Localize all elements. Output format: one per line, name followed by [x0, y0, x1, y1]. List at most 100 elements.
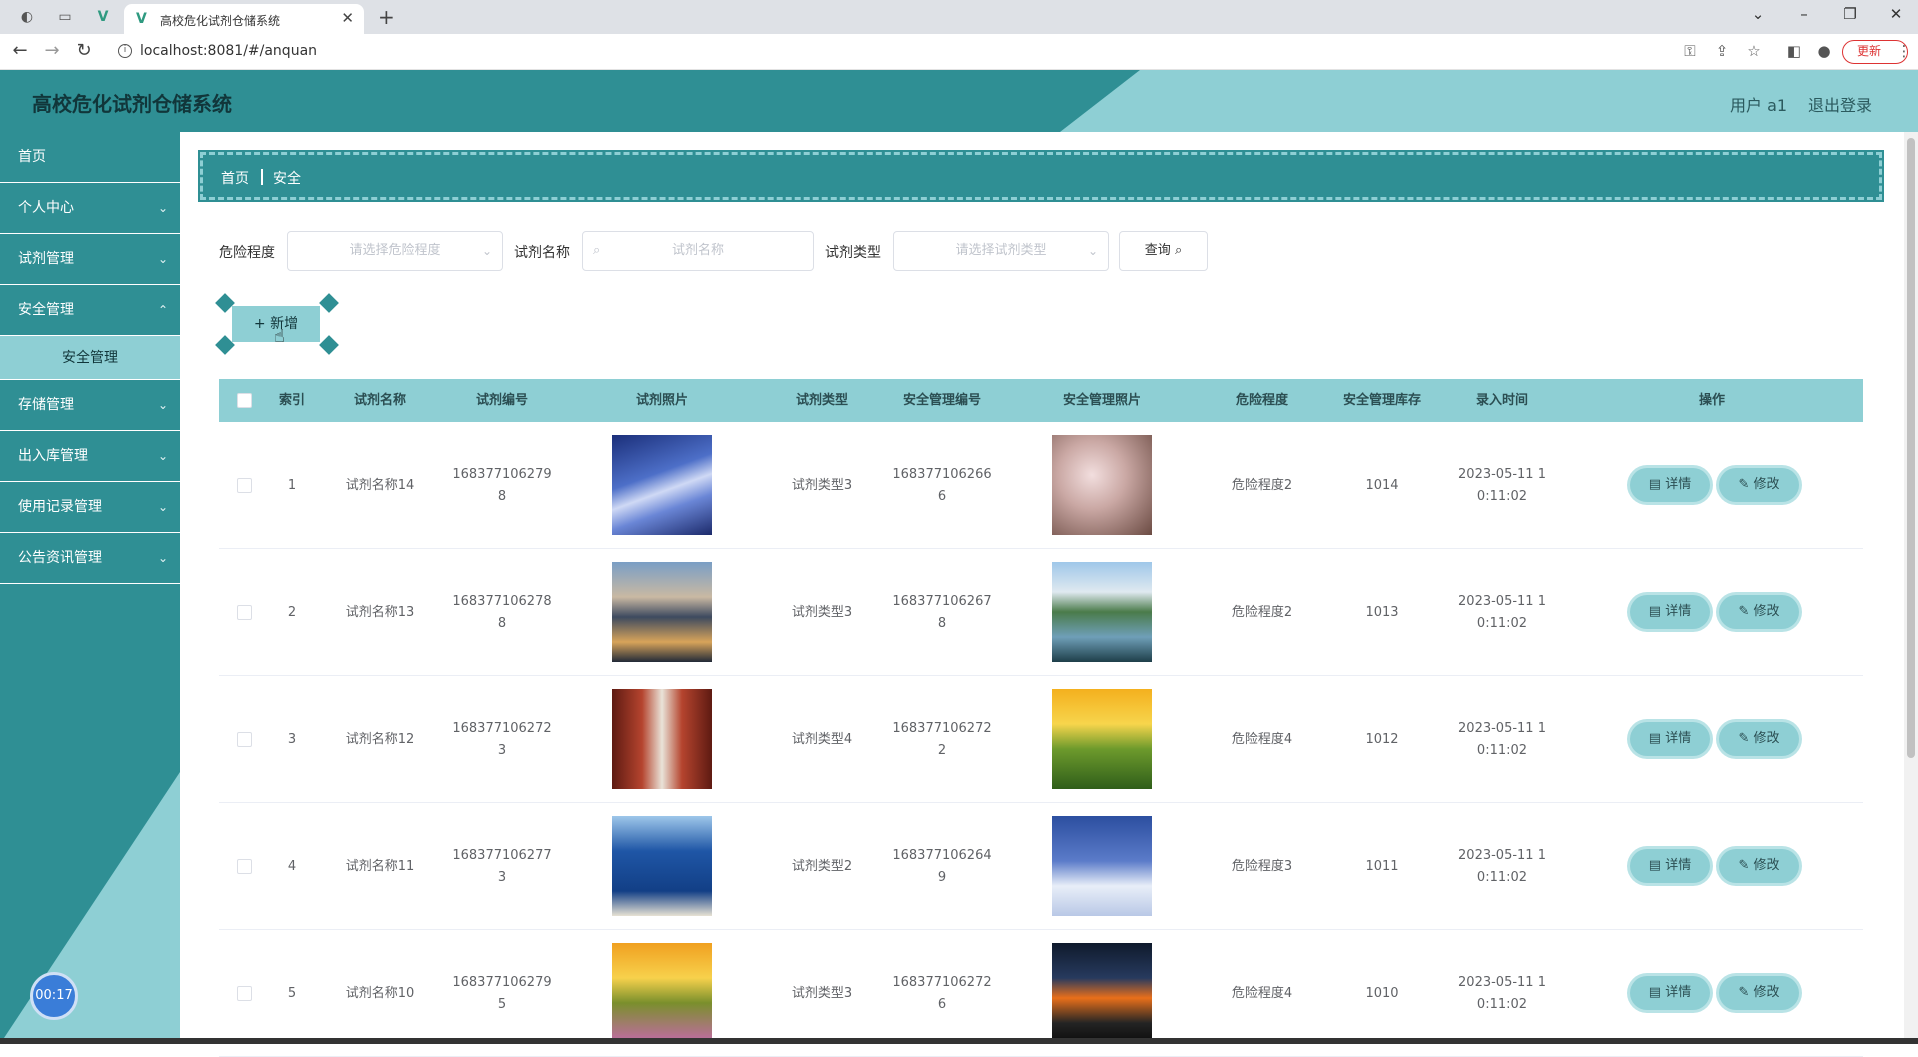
safety-photo[interactable] [1052, 562, 1152, 662]
danger-level-label: 危险程度 [219, 245, 275, 261]
menu-dots-icon[interactable]: ⋮ [1894, 42, 1914, 60]
cell-reagent-code: 168377106277 3 [452, 803, 551, 930]
profile-icon[interactable]: ● [1814, 42, 1834, 60]
reagent-type-select[interactable]: 请选择试剂类型 ⌄ [893, 231, 1109, 271]
detail-button[interactable]: ▤ 详情 [1630, 468, 1710, 502]
edit-button[interactable]: ✎ 修改 [1719, 468, 1799, 502]
code-line-1: 168377106279 [452, 466, 552, 482]
select-all-checkbox[interactable] [237, 393, 252, 408]
cell-safety-code: 168377106266 6 [892, 422, 991, 549]
cell-reagent-name: 试剂名称14 [345, 477, 415, 493]
chevron-down-icon: ⌄ [157, 449, 168, 463]
col-reagent-photo: 试剂照片 [635, 393, 689, 408]
cell-index: 3 [287, 731, 297, 747]
info-icon[interactable]: i [118, 44, 132, 58]
sidebar-item-storage-management[interactable]: 存储管理 ⌄ [0, 380, 180, 431]
edit-label: 修改 [1753, 985, 1780, 1000]
breadcrumb-home[interactable]: 首页 [221, 168, 249, 188]
code-line-1: 168377106277 [452, 847, 552, 863]
query-button[interactable]: 查询 ⌕ [1119, 231, 1208, 271]
url-text[interactable]: localhost:8081/#/anquan [140, 43, 317, 59]
safety-photo[interactable] [1052, 689, 1152, 789]
browser-tab-strip: ◐ ▭ V V 高校危化试剂仓储系统 ✕ + ⌄ – ❐ ✕ [0, 0, 1918, 34]
sidebar-item-inout-management[interactable]: 出入库管理 ⌄ [0, 431, 180, 482]
sidebar-item-label: 公告资讯管理 [18, 550, 102, 566]
restore-icon[interactable]: ❐ [1840, 5, 1860, 23]
time-line-2: 0:11:02 [1476, 488, 1528, 504]
cell-danger-level: 危险程度4 [1231, 731, 1293, 747]
tab-search-icon[interactable]: ⌄ [1748, 5, 1768, 23]
sidebar-item-usage-records[interactable]: 使用记录管理 ⌄ [0, 482, 180, 533]
code-line-2: 8 [497, 615, 507, 631]
timer-badge[interactable]: 00:17 [30, 972, 78, 1020]
edit-button[interactable]: ✎ 修改 [1719, 722, 1799, 756]
reagent-photo[interactable] [612, 562, 712, 662]
sidebar-item-label: 使用记录管理 [18, 499, 102, 515]
row-checkbox[interactable] [237, 986, 252, 1001]
code-line-1: 168377106264 [892, 847, 992, 863]
edit-button[interactable]: ✎ 修改 [1719, 849, 1799, 883]
key-icon[interactable]: ⚿ [1680, 42, 1700, 60]
corner-decoration [319, 335, 339, 355]
detail-button[interactable]: ▤ 详情 [1630, 595, 1710, 629]
address-bar[interactable]: i localhost:8081/#/anquan [110, 38, 1670, 66]
sidebar-toggle-icon[interactable]: ◧ [1784, 42, 1804, 60]
page-scrollbar[interactable] [1904, 132, 1918, 1044]
reagent-photo[interactable] [612, 943, 712, 1043]
safety-photo[interactable] [1052, 435, 1152, 535]
share-icon[interactable]: ⇪ [1712, 42, 1732, 60]
sidebar-item-home[interactable]: 首页 [0, 132, 180, 183]
edit-button[interactable]: ✎ 修改 [1719, 976, 1799, 1010]
cell-reagent-name: 试剂名称12 [345, 731, 415, 747]
row-checkbox[interactable] [237, 732, 252, 747]
code-line-2: 8 [937, 615, 947, 631]
reagent-photo[interactable] [612, 435, 712, 535]
back-arrow-icon[interactable]: ← [8, 40, 32, 61]
blank-tab-icon[interactable]: ▭ [56, 8, 74, 26]
star-icon[interactable]: ☆ [1744, 42, 1764, 60]
sidebar-item-announcements[interactable]: 公告资讯管理 ⌄ [0, 533, 180, 584]
close-window-icon[interactable]: ✕ [1886, 5, 1906, 23]
logout-link[interactable]: 退出登录 [1808, 92, 1872, 116]
cell-entry-time: 2023-05-11 1 0:11:02 [1458, 803, 1546, 930]
sidebar-subitem-safety-management[interactable]: 安全管理 [0, 336, 180, 380]
reagent-name-input[interactable]: ⌕ 试剂名称 [582, 231, 814, 271]
reagent-photo[interactable] [612, 816, 712, 916]
reagent-name-label: 试剂名称 [514, 245, 570, 261]
close-tab-icon[interactable]: ✕ [341, 9, 354, 27]
cell-danger-level: 危险程度2 [1231, 477, 1293, 493]
cell-safety-code: 168377106267 8 [892, 549, 991, 676]
globe-icon[interactable]: ◐ [18, 8, 36, 26]
detail-button[interactable]: ▤ 详情 [1630, 976, 1710, 1010]
danger-level-select[interactable]: 请选择危险程度 ⌄ [287, 231, 503, 271]
row-checkbox[interactable] [237, 859, 252, 874]
new-tab-button[interactable]: + [378, 5, 395, 29]
sidebar: 首页 个人中心 ⌄ 试剂管理 ⌄ 安全管理 ⌃ 安全管理 存储管理 ⌄ 出入库管理 ⌄ 使… [0, 132, 180, 1044]
detail-button[interactable]: ▤ 详情 [1630, 849, 1710, 883]
sidebar-item-personal-center[interactable]: 个人中心 ⌄ [0, 183, 180, 234]
cell-safety-code: 168377106264 9 [892, 803, 991, 930]
reload-icon[interactable]: ↻ [72, 40, 96, 61]
cell-reagent-name: 试剂名称11 [345, 858, 415, 874]
document-icon: ▤ [1648, 858, 1662, 873]
time-line-1: 2023-05-11 1 [1458, 466, 1546, 482]
code-line-2: 2 [937, 742, 947, 758]
vue-favicon-icon[interactable]: V [94, 8, 112, 26]
forward-arrow-icon[interactable]: → [40, 40, 64, 61]
row-checkbox[interactable] [237, 605, 252, 620]
detail-button[interactable]: ▤ 详情 [1630, 722, 1710, 756]
minimize-icon[interactable]: – [1794, 5, 1814, 23]
sidebar-item-safety-management[interactable]: 安全管理 ⌃ [0, 285, 180, 336]
safety-photo[interactable] [1052, 943, 1152, 1043]
active-browser-tab[interactable]: V 高校危化试剂仓储系统 ✕ [124, 4, 364, 34]
sidebar-item-reagent-management[interactable]: 试剂管理 ⌄ [0, 234, 180, 285]
safety-photo[interactable] [1052, 816, 1152, 916]
edit-label: 修改 [1753, 477, 1780, 492]
chevron-down-icon: ⌄ [157, 551, 168, 565]
row-checkbox[interactable] [237, 478, 252, 493]
edit-button[interactable]: ✎ 修改 [1719, 595, 1799, 629]
cell-safety-stock: 1011 [1365, 858, 1399, 874]
scrollbar-thumb[interactable] [1907, 138, 1915, 758]
col-actions: 操作 [1698, 393, 1726, 408]
reagent-photo[interactable] [612, 689, 712, 789]
